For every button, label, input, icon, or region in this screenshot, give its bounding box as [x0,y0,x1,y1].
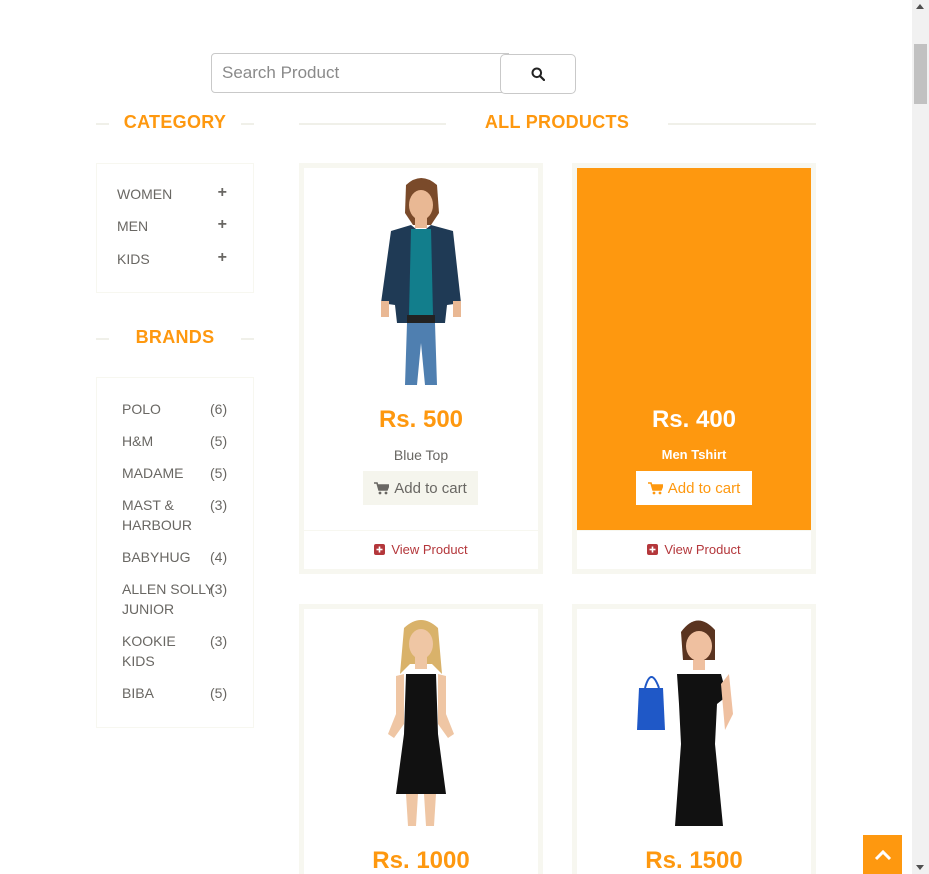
brand-link-polo[interactable]: POLO [122,399,202,419]
plus-icon[interactable]: + [218,185,227,201]
search-icon [531,67,545,81]
brand-count: (6) [210,401,228,417]
product-image [577,609,811,826]
add-to-cart-label: Add to cart [394,479,467,497]
plus-square-icon [374,544,386,555]
category-item-women[interactable]: WOMEN + [117,185,227,203]
plus-icon[interactable]: + [218,217,227,233]
view-product-link[interactable]: View Product [304,530,538,568]
category-title: CATEGORY [123,112,227,132]
brand-count: (5) [210,685,228,701]
page-scrollbar[interactable] [912,0,929,874]
scroll-to-top-button[interactable] [863,835,902,874]
view-product-link[interactable]: View Product [577,530,811,568]
brand-link-hm[interactable]: H&M [122,431,202,451]
scroll-thumb[interactable] [914,44,927,104]
products-rule-right [668,123,816,125]
product-name: Blue Top [393,447,449,463]
product-card: Rs. 500 Blue Top Add to cart View Produc… [299,163,543,574]
product-price: Rs. 1000 [372,847,470,874]
brand-count: (4) [210,549,228,565]
brand-count: (3) [210,633,228,649]
product-image [304,168,538,385]
scroll-up-arrow-icon[interactable] [916,4,924,9]
brand-link-biba[interactable]: BIBA [122,683,202,703]
cart-icon [647,481,663,494]
products-rule-left [299,123,446,125]
product-price: Rs. 500 [378,406,464,433]
search-button[interactable] [500,54,576,94]
products-title: ALL PRODUCTS [484,112,630,132]
brands-title: BRANDS [135,327,215,347]
product-price: Rs. 400 [651,406,737,433]
brand-count: (5) [210,465,228,481]
brand-link-mast-harbour[interactable]: MAST & HARBOUR [122,495,202,535]
brands-rule-right [241,338,254,340]
category-rule-right [241,123,254,125]
category-panel: WOMEN + MEN + KIDS + [96,163,254,293]
view-product-label: View Product [391,542,468,557]
category-label: MEN [117,218,149,234]
product-price: Rs. 1500 [645,847,743,874]
add-to-cart-button[interactable]: Add to cart [636,471,752,505]
product-name: Men Tshirt [661,447,727,462]
brand-count: (5) [210,433,228,449]
product-photo [637,620,733,826]
product-photo [381,178,461,385]
category-item-kids[interactable]: KIDS + [117,250,227,268]
view-product-label: View Product [664,542,741,557]
chevron-up-icon [874,849,891,860]
brand-link-madame[interactable]: MADAME [122,463,202,483]
add-to-cart-label: Add to cart [667,479,741,497]
brand-link-babyhug[interactable]: BABYHUG [122,547,202,567]
product-card: Rs. 1500 [572,604,816,874]
product-photo [388,620,454,826]
plus-icon[interactable]: + [218,250,227,266]
search-input[interactable] [211,53,509,93]
product-card: Rs. 400 Men Tshirt Add to cart View Prod… [572,163,816,574]
product-card: Rs. 1000 [299,604,543,874]
category-label: KIDS [117,251,150,267]
brand-count: (3) [210,497,228,513]
brands-panel: POLO (6) H&M (5) MADAME (5) MAST & HARBO… [96,377,254,728]
product-image [304,609,538,826]
brand-link-kookie-kids[interactable]: KOOKIE KIDS [122,631,202,671]
scroll-down-arrow-icon[interactable] [916,865,924,870]
category-item-men[interactable]: MEN + [117,217,227,235]
category-label: WOMEN [117,186,173,202]
brands-rule-left [96,338,109,340]
cart-icon [374,481,390,494]
plus-square-icon [647,544,659,555]
brand-count: (3) [210,581,228,597]
add-to-cart-button[interactable]: Add to cart [363,471,478,505]
category-rule-left [96,123,109,125]
